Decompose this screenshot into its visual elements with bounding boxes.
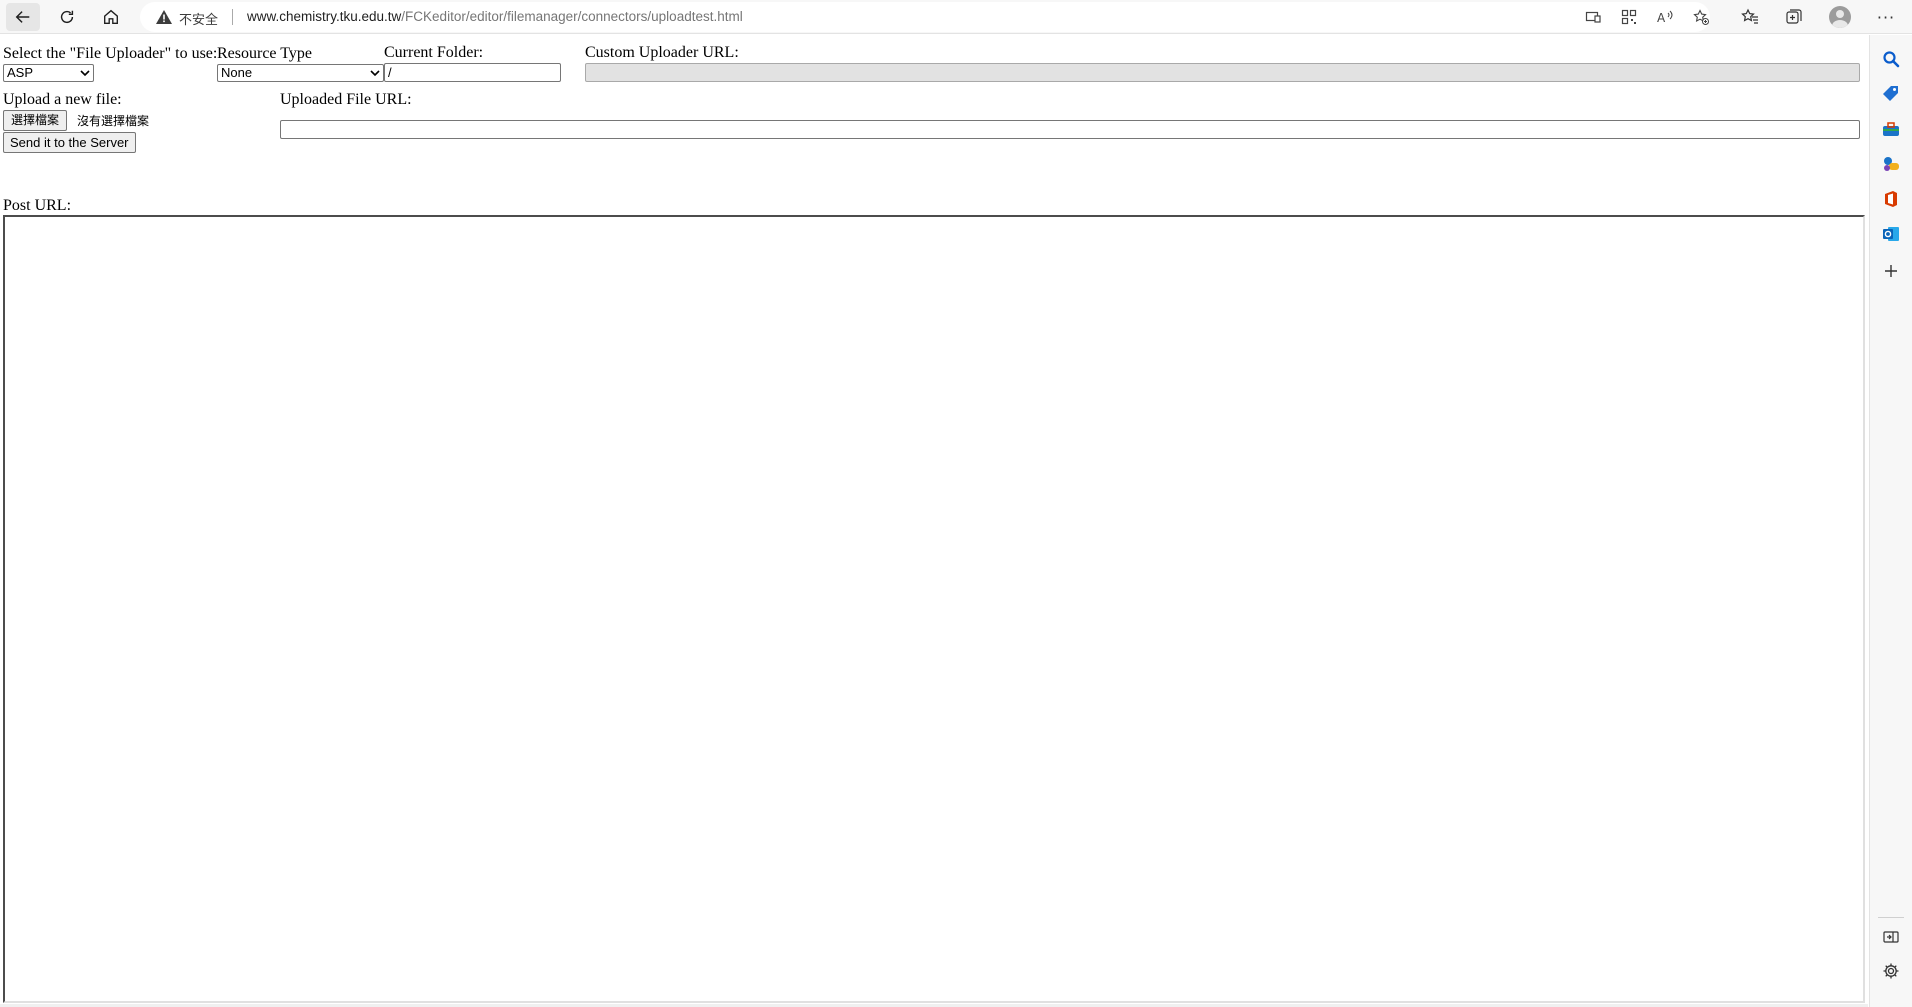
back-button[interactable] xyxy=(6,3,40,31)
warning-triangle-icon xyxy=(156,10,172,24)
uploaded-file-url-input[interactable] xyxy=(280,120,1860,139)
qr-code-icon xyxy=(1621,9,1637,25)
uploaded-file-url-label: Uploaded File URL: xyxy=(280,91,412,108)
read-aloud-button[interactable]: A xyxy=(1654,7,1676,27)
sidebar-outlook-button[interactable] xyxy=(1879,222,1903,246)
custom-uploader-url-label: Custom Uploader URL: xyxy=(585,44,739,61)
browser-toolbar: 不安全 www.chemistry.tku.edu.tw/FCKeditor/e… xyxy=(0,0,1912,34)
sidebar-shopping-button[interactable] xyxy=(1879,82,1903,106)
read-aloud-icon: A xyxy=(1657,10,1673,25)
sidebar-toggle-button[interactable] xyxy=(1879,925,1903,949)
outlook-icon xyxy=(1883,227,1899,241)
no-file-chosen-text: 沒有選擇檔案 xyxy=(77,114,150,128)
tag-icon xyxy=(1883,86,1898,101)
profile-button[interactable] xyxy=(1823,3,1857,31)
qr-code-button[interactable] xyxy=(1618,7,1640,27)
sidebar-tools-button[interactable] xyxy=(1879,117,1903,141)
current-folder-input[interactable]: / xyxy=(384,63,561,82)
avatar-icon xyxy=(1829,6,1851,28)
briefcase-icon xyxy=(1883,122,1899,136)
resource-type-label: Resource Type xyxy=(217,45,312,62)
chevron-down-icon xyxy=(370,70,380,77)
resource-type-select-value: None xyxy=(221,65,253,80)
plus-icon xyxy=(1885,265,1897,277)
refresh-icon xyxy=(60,10,74,24)
uploader-label: Select the "File Uploader" to use: xyxy=(3,45,218,62)
games-icon xyxy=(1884,157,1899,171)
svg-text:A: A xyxy=(1657,11,1666,25)
sidebar-toggle-icon xyxy=(1883,931,1899,943)
collections-button[interactable] xyxy=(1777,3,1811,31)
collections-icon xyxy=(1786,9,1802,24)
settings-more-button[interactable]: ··· xyxy=(1869,3,1903,31)
current-folder-label: Current Folder: xyxy=(384,44,484,61)
add-favorite-button[interactable] xyxy=(1690,7,1712,27)
sidebar-search-button[interactable] xyxy=(1879,47,1903,71)
url-host: www.chemistry.tku.edu.tw xyxy=(247,9,402,24)
favorites-button[interactable] xyxy=(1733,3,1767,31)
uploader-select[interactable]: ASP xyxy=(3,64,94,82)
post-url-label: Post URL: xyxy=(3,197,72,214)
url-path: /FCKeditor/editor/filemanager/connectors… xyxy=(401,9,743,24)
home-icon xyxy=(104,9,118,24)
send-to-server-button[interactable]: Send it to the Server xyxy=(3,132,136,153)
address-bar[interactable]: 不安全 www.chemistry.tku.edu.tw/FCKeditor/e… xyxy=(140,2,1710,32)
app-available-button[interactable] xyxy=(1582,7,1604,27)
uploader-select-value: ASP xyxy=(7,65,34,80)
sidebar-add-button[interactable] xyxy=(1879,259,1903,283)
chevron-down-icon xyxy=(80,70,90,77)
star-add-icon xyxy=(1693,9,1709,25)
insecure-label[interactable]: 不安全 xyxy=(179,9,218,28)
browser-sidebar xyxy=(1869,35,1912,1007)
sidebar-divider xyxy=(1878,917,1904,918)
url-text[interactable]: www.chemistry.tku.edu.tw/FCKeditor/edito… xyxy=(247,9,743,24)
sidebar-office-button[interactable] xyxy=(1879,187,1903,211)
favorites-icon xyxy=(1741,8,1758,24)
sidebar-settings-button[interactable] xyxy=(1879,959,1903,983)
home-button[interactable] xyxy=(94,3,128,31)
search-icon xyxy=(1883,51,1900,68)
gear-icon xyxy=(1883,963,1899,979)
address-separator xyxy=(232,9,233,25)
post-url-frame[interactable] xyxy=(3,215,1865,1003)
page-content: Select the "File Uploader" to use: ASP R… xyxy=(0,35,1868,1007)
resource-type-select[interactable]: None xyxy=(217,64,384,82)
custom-uploader-url-input[interactable] xyxy=(585,63,1860,82)
arrow-left-icon xyxy=(15,11,30,23)
office-icon xyxy=(1885,191,1897,207)
choose-file-button[interactable]: 選擇檔案 xyxy=(3,110,68,131)
app-window-icon xyxy=(1585,11,1601,23)
sidebar-games-button[interactable] xyxy=(1879,152,1903,176)
upload-new-file-label: Upload a new file: xyxy=(3,91,122,108)
refresh-button[interactable] xyxy=(50,3,84,31)
